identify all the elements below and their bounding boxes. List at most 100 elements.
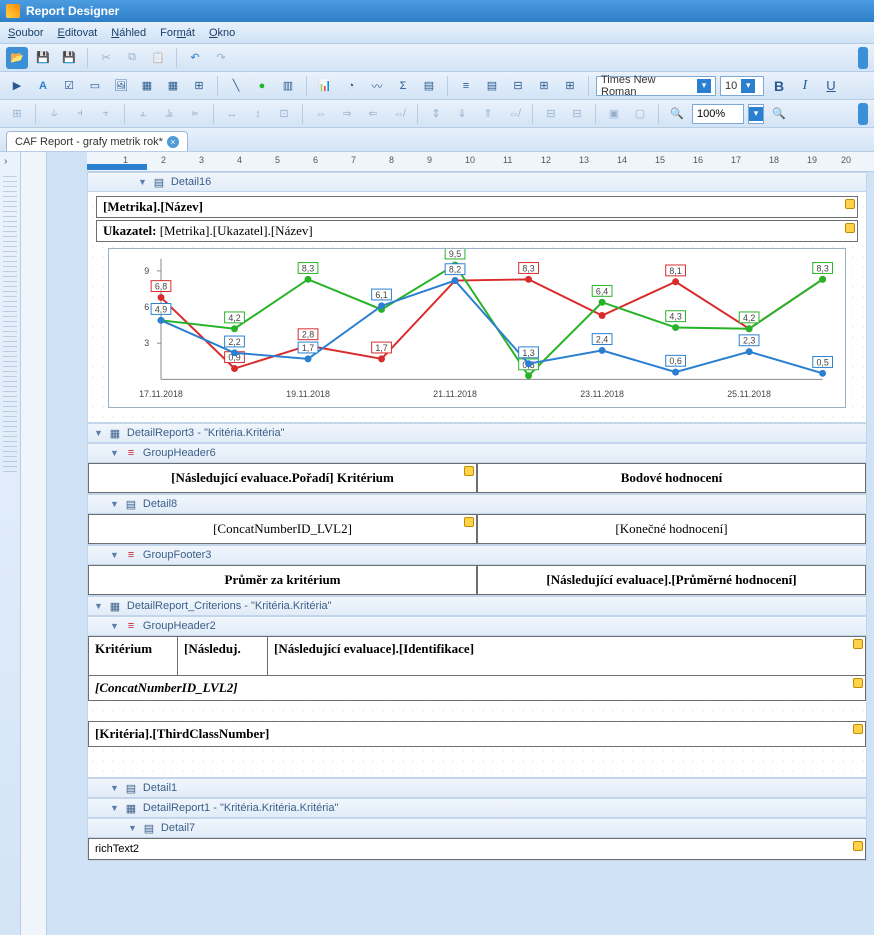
send-back-button[interactable]: ▢ [629,103,651,125]
band-detail8-body[interactable]: [ConcatNumberID_LVL2] [Konečné hodnocení… [87,514,867,545]
menu-format[interactable]: Formát [160,27,195,39]
smart-tag-icon[interactable] [464,466,474,476]
band-groupheader6-body[interactable]: [Následující evaluace.Pořadí] Kritérium … [87,463,867,494]
vspace-remove-button[interactable]: ⇎ [503,103,525,125]
line-button[interactable]: ╲ [225,75,247,97]
band-groupheader6-header[interactable]: ▼ ≡ GroupHeader6 [87,443,867,463]
smart-tag-icon[interactable] [845,199,855,209]
font-family-select[interactable]: Times New Roman▾ [596,76,716,96]
align-middle-button[interactable]: ⫡ [158,103,180,125]
canvas[interactable]: 1 2 3 4 5 6 7 8 9 10 11 12 13 14 15 16 1… [47,152,874,935]
cut-button[interactable]: ✂ [95,47,117,69]
cell-nasleduj-short[interactable]: [Následuj. [178,636,268,676]
align-center-h-button[interactable]: ⫞ [69,103,91,125]
checkbox-button[interactable]: ☑ [58,75,80,97]
italic-button[interactable]: I [794,75,816,97]
grid-button[interactable]: ⊞ [6,103,28,125]
chart-button[interactable]: 📊 [314,75,336,97]
menu-editovat[interactable]: Editovat [57,27,97,39]
pivot-button[interactable]: Σ [392,75,414,97]
align-bottom-button[interactable]: ⫢ [184,103,206,125]
pageinfo-button[interactable]: ▤ [481,75,503,97]
overflow-button[interactable] [858,47,868,69]
center-h-button[interactable]: ⊟ [540,103,562,125]
document-tab[interactable]: CAF Report - grafy metrik rok* × [6,131,188,151]
subreport-button[interactable]: ▤ [418,75,440,97]
save-all-button[interactable]: 💾 [58,47,80,69]
band-detail7-body[interactable]: richText2 [87,838,867,861]
close-icon[interactable]: × [167,136,179,148]
cell-bodove-header[interactable]: Bodové hodnocení [477,463,866,493]
band-groupfooter3-header[interactable]: ▼ ≡ GroupFooter3 [87,545,867,565]
menu-nahled[interactable]: Náhled [111,27,146,39]
panel-button[interactable]: ▦ [136,75,158,97]
cell-identifikace[interactable]: [Následující evaluace].[Identifikace] [268,636,866,676]
pagebreak-button[interactable]: ⊟ [507,75,529,97]
cell-thirdclassnumber[interactable]: [Kritéria].[ThirdClassNumber] [88,721,866,747]
smart-tag-icon[interactable] [845,223,855,233]
table-button[interactable]: ▦ [162,75,184,97]
band-detailreport3-header[interactable]: ▼ ▦ DetailReport3 - "Kritéria.Kritéria" [87,423,867,443]
open-button[interactable]: 📂 [6,47,28,69]
undo-button[interactable]: ↶ [184,47,206,69]
vspace-equal-button[interactable]: ⇕ [425,103,447,125]
report-page[interactable]: ▼ ▤ Detail16 [Metrika].[Název] Ukazatel:… [87,172,867,861]
shape-button[interactable]: ● [251,75,273,97]
vspace-dec-button[interactable]: ⇑ [477,103,499,125]
cell-prumer-label[interactable]: Průměr za kritérium [88,565,477,595]
zoom-out-button[interactable]: 🔍 [666,103,688,125]
band-detail8-header[interactable]: ▼ ▤ Detail8 [87,494,867,514]
same-width-button[interactable]: ↔ [221,103,243,125]
cell-button[interactable]: ⊞ [188,75,210,97]
toc-button[interactable]: ≡ [455,75,477,97]
vspace-inc-button[interactable]: ⇓ [451,103,473,125]
cell-konecne-hodnoceni[interactable]: [Konečné hodnocení] [477,514,866,544]
center-v-button[interactable]: ⊟ [566,103,588,125]
gauge-button[interactable]: ◔ [340,75,362,97]
hspace-remove-button[interactable]: ⇎ [388,103,410,125]
bold-button[interactable]: B [768,75,790,97]
overflow-button[interactable] [858,103,868,125]
smart-tag-icon[interactable] [853,724,863,734]
menu-okno[interactable]: Okno [209,27,235,39]
smart-tag-icon[interactable] [853,639,863,649]
cell-prumer-value[interactable]: [Následující evaluace].[Průměrné hodnoce… [477,565,866,595]
same-height-button[interactable]: ↕ [247,103,269,125]
richtext-button[interactable]: ▭ [84,75,106,97]
cell-richtext2[interactable]: richText2 [88,838,866,860]
barcode-button[interactable]: ▥ [277,75,299,97]
same-size-button[interactable]: ⊡ [273,103,295,125]
pointer-button[interactable]: ▶ [6,75,28,97]
save-button[interactable]: 💾 [32,47,54,69]
band-groupheader2-body[interactable]: Kritérium [Následuj. [Následující evalua… [87,636,867,778]
smart-tag-icon[interactable] [853,678,863,688]
zoom-in-button[interactable]: 🔍 [768,103,790,125]
cell-kriterium-header[interactable]: [Následující evaluace.Pořadí] Kritérium [88,463,477,493]
band-groupheader2-header[interactable]: ▼ ≡ GroupHeader2 [87,616,867,636]
zoom-input[interactable]: 100% [692,104,744,124]
band-detailreport-criterions-header[interactable]: ▼ ▦ DetailReport_Criterions - "Kritéria.… [87,596,867,616]
hspace-equal-button[interactable]: ⇔ [310,103,332,125]
label-button[interactable]: A [32,75,54,97]
hspace-dec-button[interactable]: ⇐ [362,103,384,125]
cell-concat-lvl2-italic[interactable]: [ConcatNumberID_LVL2] [88,676,866,701]
cell-concat-lvl2[interactable]: [ConcatNumberID_LVL2] [88,514,477,544]
bring-front-button[interactable]: ▣ [603,103,625,125]
field-metrika-nazev[interactable]: [Metrika].[Název] [96,196,858,218]
band-detail1-header[interactable]: ▼ ▤ Detail1 [87,778,867,798]
underline-button[interactable]: U [820,75,842,97]
font-size-select[interactable]: 10▾ [720,76,764,96]
chart-control[interactable]: 36917.11.201819.11.201821.11.201823.11.2… [108,248,846,408]
band-detail16-header[interactable]: ▼ ▤ Detail16 [87,172,867,192]
band-detail7-header[interactable]: ▼ ▤ Detail7 [87,818,867,838]
align-left-button[interactable]: ⫝ [43,103,65,125]
menu-soubor[interactable]: Soubor [8,27,43,39]
band-groupfooter3-body[interactable]: Průměr za kritérium [Následující evaluac… [87,565,867,596]
picture-button[interactable]: 🖼 [110,75,132,97]
band-detail16-body[interactable]: [Metrika].[Název] Ukazatel: [Metrika].[U… [87,192,867,423]
redo-button[interactable]: ↷ [210,47,232,69]
cell-kriterium[interactable]: Kritérium [88,636,178,676]
zoom-dropdown[interactable]: ▾ [748,104,764,124]
sparkline-button[interactable]: 〰 [366,75,388,97]
crossband-box-button[interactable]: ⊞ [559,75,581,97]
